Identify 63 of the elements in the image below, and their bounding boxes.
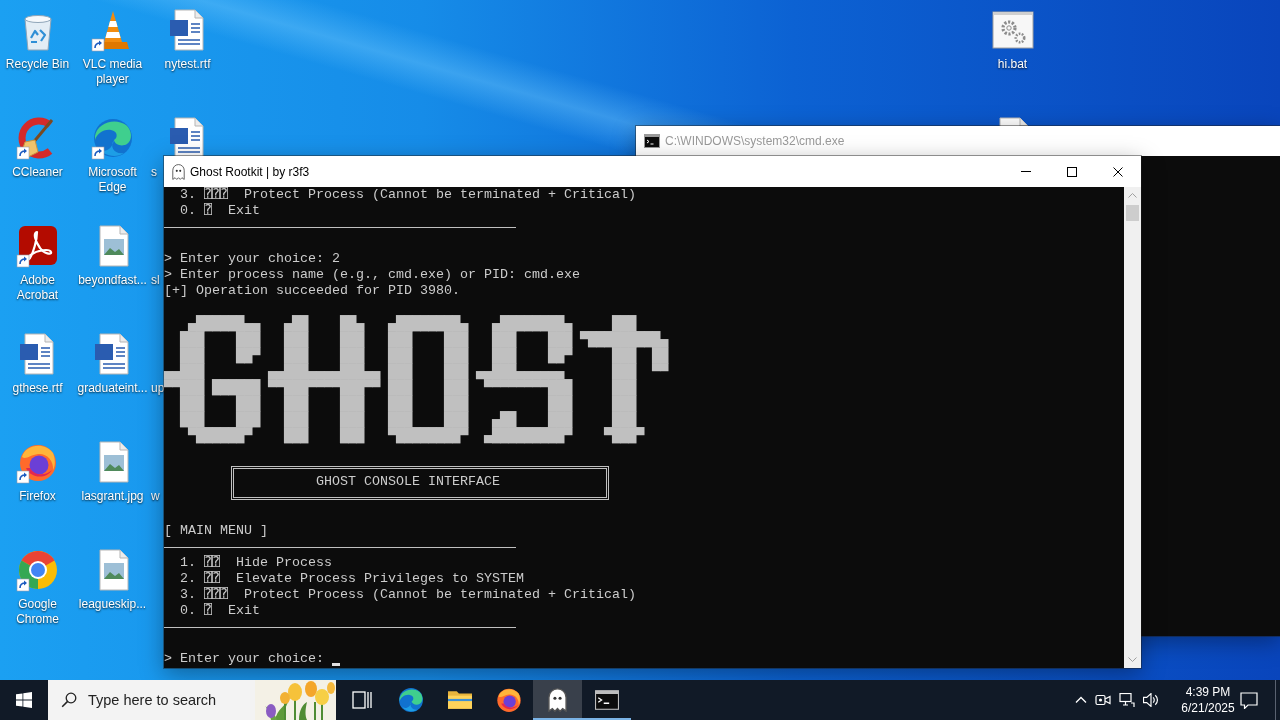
desktop-icon-label[interactable]: lasgrant.jpg: [81, 489, 144, 504]
desktop-icon-label[interactable]: gthese.rtf: [12, 381, 63, 396]
search-icon: [61, 692, 77, 708]
console-menu-text: 3. ⍰⍰⍰ Protect Process (Cannot be terminated + Critical): [180, 587, 636, 603]
ghost-icon: [548, 688, 567, 712]
task-view-icon: [351, 691, 372, 709]
acrobat-icon[interactable]: [15, 224, 60, 268]
ghost-icon: [172, 163, 185, 180]
taskbar-button[interactable]: [533, 680, 582, 720]
edge-browser-icon[interactable]: [90, 116, 135, 160]
search-box[interactable]: Type here to search: [48, 680, 336, 720]
console-menu-text: 2. ⍰⍰ Elevate Process Privileges to SYSTEM: [180, 571, 524, 587]
video-camera-icon[interactable]: [1095, 694, 1111, 706]
desktop-icon-label[interactable]: nytest.rtf: [164, 57, 211, 72]
desktop-icon-label[interactable]: Recycle Bin: [5, 57, 70, 72]
clock-button[interactable]: 4:39 PM 6/21/2025: [1180, 680, 1236, 720]
desktop-icon-label[interactable]: beyondfast...: [78, 273, 147, 288]
firefox-icon: [496, 688, 521, 712]
desktop-icon-label[interactable]: Adobe Acrobat: [1, 273, 74, 303]
chevron-up-icon[interactable]: [1075, 696, 1087, 704]
edge-browser-icon: [398, 688, 423, 712]
desktop-icon-label[interactable]: leagueskip...: [78, 597, 147, 612]
desktop-icon-label[interactable]: Firefox: [19, 489, 56, 504]
scrollbar-thumb[interactable]: [1126, 205, 1139, 221]
console-text: > Enter your choice: 2: [164, 251, 340, 267]
desktop-icon-label[interactable]: up: [151, 381, 165, 396]
desktop-icon-label[interactable]: s: [151, 165, 157, 180]
network-icon[interactable]: [1119, 692, 1135, 708]
console-menu-text: 0. ⍰ Exit: [180, 603, 260, 619]
cursor-icon: [331, 663, 340, 666]
chevron-up-icon: [1128, 193, 1137, 198]
close-icon: [1113, 166, 1123, 177]
desktop-icon-label[interactable]: w: [151, 489, 160, 504]
speaker-icon[interactable]: [1143, 693, 1159, 707]
console-icon: [644, 134, 660, 148]
console-text: [ MAIN MENU ]: [164, 523, 268, 539]
console-text: [+] Operation succeeded for PID 3980.: [164, 283, 460, 299]
maximize-icon: [1067, 166, 1077, 177]
desktop-icon-label[interactable]: Google Chrome: [1, 597, 74, 627]
console-icon: [594, 690, 619, 710]
desktop-icon-label[interactable]: graduateint...: [77, 381, 148, 396]
console-prompt: > Enter your choice:: [164, 651, 325, 667]
console-menu-text: 0. ⍰ Exit: [180, 203, 260, 219]
minimize-icon: [1021, 171, 1031, 172]
desktop-icon-label[interactable]: hi.bat: [997, 57, 1028, 72]
console-menu-text: 1. ⍰⍰ Hide Process: [180, 555, 333, 571]
gears-file-icon[interactable]: [990, 8, 1035, 52]
ascii-art-title: ▄██████▄▄ ▄██ ██▄ ▄████████▄ ▄████████▄ ███ ███ ███ ███ ███ ███ ███ ███ ███ ▀█████████▄ ███ ██▀ ███ ███ ███ ███ ███ ██▀ ███ ██ ▄▄███ ▄▄███▄▄▄▄███▄▄ ███ ███ ▄▄███▄▄▄▄▄▄ ███ ▀▀ ▀▀███ ██████ ▀▀███▀▀▀▀███▀▀ ███ ███ ▀▀▀▀▀▀▀▀███ ███ ███ ███ ███ ███ ███ ███ ███ ███ ███ ███ ███ ███ ███ ███ ▄██ ███ ███ ▀██████▀ ███ ███ ▀████████▀ ▄█████████▀ ▀███▀: [164, 315, 668, 443]
desktop-icon-label[interactable]: sl: [151, 273, 160, 288]
scrollbar-track[interactable]: [1124, 187, 1141, 668]
desktop-icon-label[interactable]: VLC media player: [76, 57, 149, 87]
console-text: > Enter process name (e.g., cmd.exe) or PID: cmd.exe: [164, 267, 580, 283]
desktop-icon-label[interactable]: CCleaner: [12, 165, 63, 180]
chrome-icon[interactable]: [15, 548, 60, 592]
folder-icon: [447, 691, 472, 709]
console-menu-text: 3. ⍰⍰⍰ Protect Process (Cannot be terminated + Critical): [180, 187, 636, 203]
windows-logo-icon: [16, 692, 32, 708]
chevron-down-icon: [1128, 657, 1137, 662]
window-title: C:\WINDOWS\system32\cmd.exe: [665, 133, 845, 150]
desktop-icon-label[interactable]: Microsoft Edge: [76, 165, 149, 195]
notification-icon: [1240, 691, 1258, 709]
console-heading: GHOST CONSOLE INTERFACE: [316, 474, 500, 490]
window-title: Ghost Rootkit | by r3f3: [190, 163, 310, 181]
